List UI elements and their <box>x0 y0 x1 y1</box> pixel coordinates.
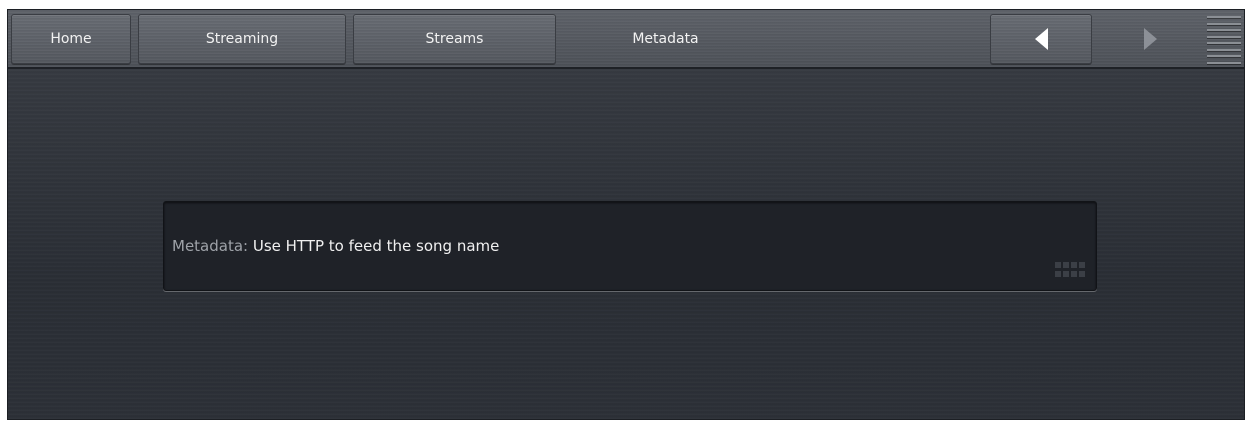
metadata-field[interactable]: Metadata: Use HTTP to feed the song name <box>163 201 1097 291</box>
tab-metadata[interactable]: Metadata <box>563 14 768 64</box>
metadata-value: Use HTTP to feed the song name <box>252 237 500 255</box>
hamburger-menu-icon[interactable] <box>1207 16 1241 64</box>
forward-button[interactable] <box>1100 14 1200 64</box>
triangle-left-icon <box>1034 28 1048 50</box>
tab-metadata-label: Metadata <box>632 31 699 47</box>
tab-home-label: Home <box>50 31 92 47</box>
top-nav-bar: Home Streaming Streams Metadata <box>8 10 1244 67</box>
tab-streaming[interactable]: Streaming <box>138 14 346 64</box>
resize-grip-icon[interactable] <box>1055 262 1088 282</box>
triangle-right-icon <box>1143 28 1157 50</box>
back-button[interactable] <box>990 14 1092 64</box>
app-window: Home Streaming Streams Metadata Metadata… <box>7 9 1245 420</box>
tab-streams[interactable]: Streams <box>353 14 556 64</box>
tab-home[interactable]: Home <box>11 14 131 64</box>
main-panel: Metadata: Use HTTP to feed the song name <box>8 67 1244 419</box>
tab-streams-label: Streams <box>425 31 484 47</box>
metadata-label: Metadata: <box>172 237 253 255</box>
tab-streaming-label: Streaming <box>205 31 279 47</box>
metadata-field-text: Metadata: Use HTTP to feed the song name <box>172 237 499 255</box>
